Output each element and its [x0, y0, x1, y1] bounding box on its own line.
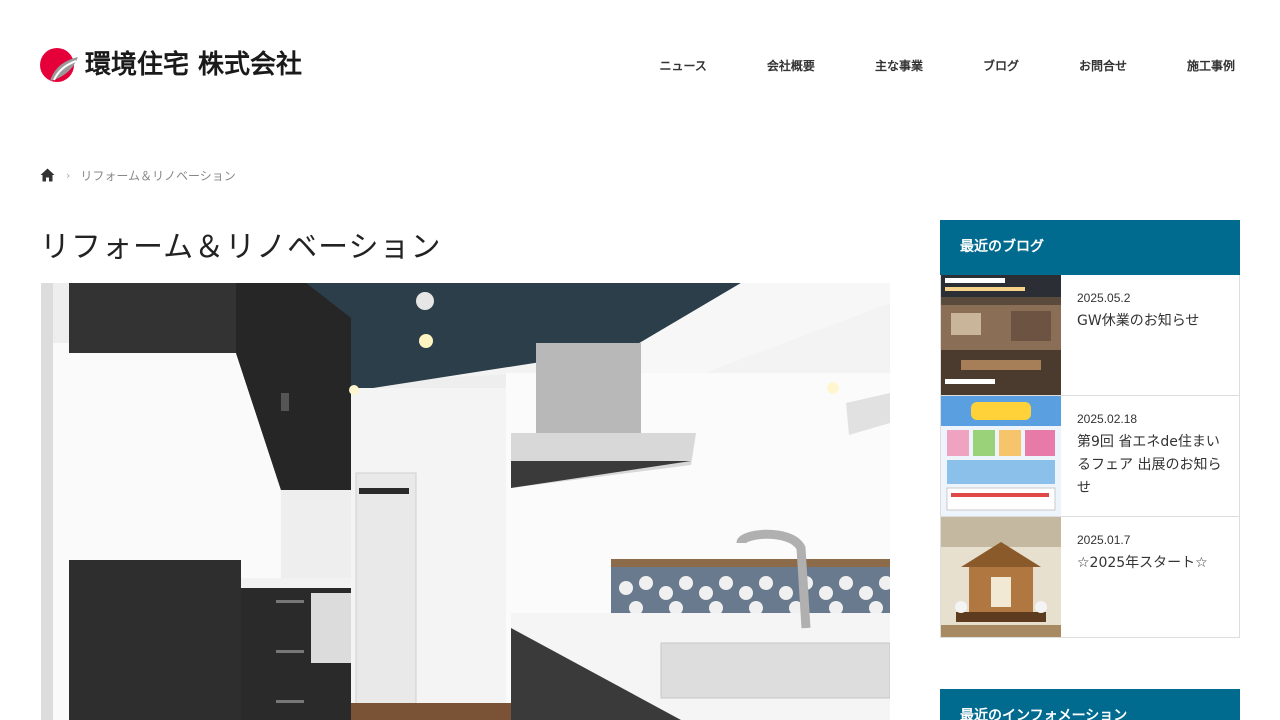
nav-news[interactable]: ニュース — [660, 57, 707, 74]
post-title[interactable]: 第9回 省エネde住まいるフェア 出展のお知らせ — [1077, 431, 1225, 500]
hero-kitchen-image — [41, 283, 890, 720]
nav-company[interactable]: 会社概要 — [767, 57, 815, 74]
blog-widget-heading: 最近のブログ — [940, 220, 1240, 275]
post-date: 2025.05.2 — [1077, 291, 1131, 305]
blog-list: 2025.05.2 GW休業のお知らせ 2025.02.18 第9回 省エネde… — [940, 275, 1240, 638]
blog-thumbnail[interactable] — [941, 517, 1061, 637]
logo-text: 環境住宅 株式会社 — [85, 50, 303, 80]
info-widget: 最近のインフォメーション — [940, 689, 1240, 720]
site-logo[interactable]: 環境住宅 株式会社 — [40, 47, 302, 83]
blog-thumbnail[interactable] — [941, 275, 1061, 395]
nav-works[interactable]: 施工事例 — [1187, 57, 1235, 74]
info-widget-heading: 最近のインフォメーション — [940, 689, 1240, 720]
chevron-right-icon: › — [66, 169, 71, 182]
post-title[interactable]: ☆2025年スタート☆ — [1077, 552, 1208, 575]
breadcrumb-current: リフォーム＆リノベーション — [80, 169, 236, 183]
logo-mark-icon — [40, 47, 78, 83]
post-date: 2025.01.7 — [1077, 533, 1131, 547]
post-date: 2025.02.18 — [1077, 412, 1138, 426]
post-title[interactable]: GW休業のお知らせ — [1077, 310, 1199, 333]
nav-contact[interactable]: お問合せ — [1079, 57, 1127, 74]
list-item[interactable]: 2025.01.7 ☆2025年スタート☆ — [941, 517, 1239, 638]
list-item[interactable]: 2025.02.18 第9回 省エネde住まいるフェア 出展のお知らせ — [941, 396, 1239, 517]
home-icon[interactable] — [40, 168, 55, 183]
nav-business[interactable]: 主な事業 — [875, 57, 923, 74]
nav-blog[interactable]: ブログ — [983, 57, 1019, 74]
list-item[interactable]: 2025.05.2 GW休業のお知らせ — [941, 275, 1239, 396]
global-nav: ニュース 会社概要 主な事業 ブログ お問合せ 施工事例 — [660, 57, 1235, 74]
breadcrumb: › リフォーム＆リノベーション — [40, 167, 236, 184]
blog-thumbnail[interactable] — [941, 396, 1061, 516]
sidebar: 最近のブログ 2025.05.2 GW休業のお知らせ 2025.02.18 第9… — [940, 220, 1240, 638]
page-title: リフォーム＆リノベーション — [40, 230, 442, 265]
